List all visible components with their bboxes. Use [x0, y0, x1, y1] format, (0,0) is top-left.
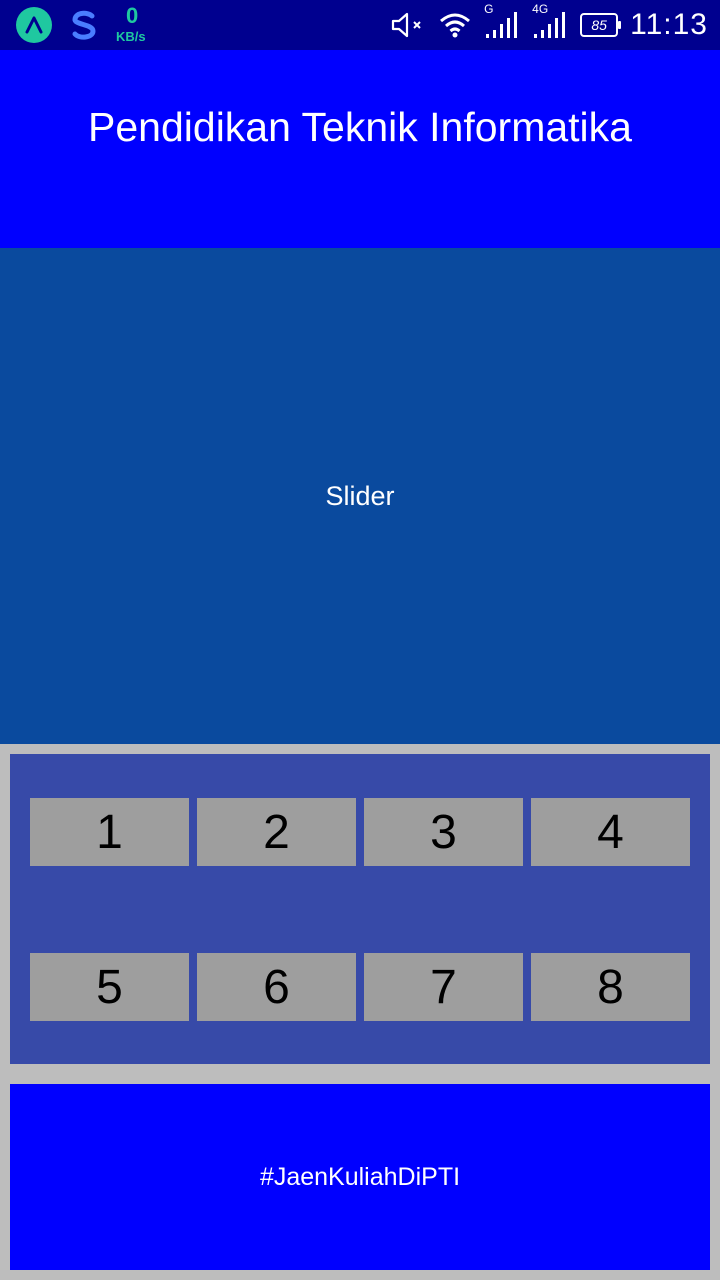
- status-bar-left: 0 KB/s: [16, 3, 156, 44]
- menu-tile-2[interactable]: 2: [197, 798, 356, 866]
- page-title: Pendidikan Teknik Informatika: [88, 104, 632, 150]
- mute-icon: [390, 11, 426, 39]
- app-a-icon: [16, 7, 52, 43]
- signal-icon: G: [484, 2, 520, 40]
- slider-label: Slider: [325, 480, 395, 511]
- menu-grid: 1 2 3 4 5 6 7 8: [10, 754, 710, 1064]
- network-speed-value: 0: [126, 3, 139, 28]
- menu-tile-label: 7: [430, 960, 457, 1014]
- battery-icon: 85: [580, 13, 622, 37]
- menu-tile-5[interactable]: 5: [30, 953, 189, 1021]
- network-speed: 0 KB/s: [116, 3, 156, 44]
- menu-tile-6[interactable]: 6: [197, 953, 356, 1021]
- menu-tile-label: 4: [597, 805, 624, 859]
- menu-tile-1[interactable]: 1: [30, 798, 189, 866]
- image-slider[interactable]: Slider: [0, 248, 720, 744]
- menu-tile-label: 6: [263, 960, 290, 1014]
- menu-tile-label: 1: [96, 805, 123, 859]
- network-speed-unit: KB/s: [116, 29, 146, 44]
- menu-tile-label: 5: [96, 960, 123, 1014]
- sim1-network-type: G: [484, 2, 494, 16]
- clock: 11:13: [630, 8, 708, 41]
- menu-tile-label: 3: [430, 805, 457, 859]
- status-bar-right: G 4G 85 11:13: [390, 0, 708, 50]
- menu-tile-4[interactable]: 4: [531, 798, 690, 866]
- menu-tile-label: 2: [263, 805, 290, 859]
- battery-level: 85: [591, 17, 607, 33]
- menu-tile-3[interactable]: 3: [364, 798, 523, 866]
- menu-tile-label: 8: [597, 960, 624, 1014]
- sim2-network-type: 4G: [532, 2, 549, 16]
- menu-tile-8[interactable]: 8: [531, 953, 690, 1021]
- wifi-icon: [438, 11, 472, 39]
- signal-icon-2: 4G: [532, 2, 568, 40]
- menu-tile-7[interactable]: 7: [364, 953, 523, 1021]
- app-s-icon: [66, 7, 102, 43]
- status-bar: 0 KB/s G 4G 85 11:13: [0, 0, 720, 50]
- footer-banner: #JaenKuliahDiPTI: [10, 1084, 710, 1270]
- app-header: Pendidikan Teknik Informatika: [0, 50, 720, 248]
- footer-hashtag: #JaenKuliahDiPTI: [259, 1162, 461, 1191]
